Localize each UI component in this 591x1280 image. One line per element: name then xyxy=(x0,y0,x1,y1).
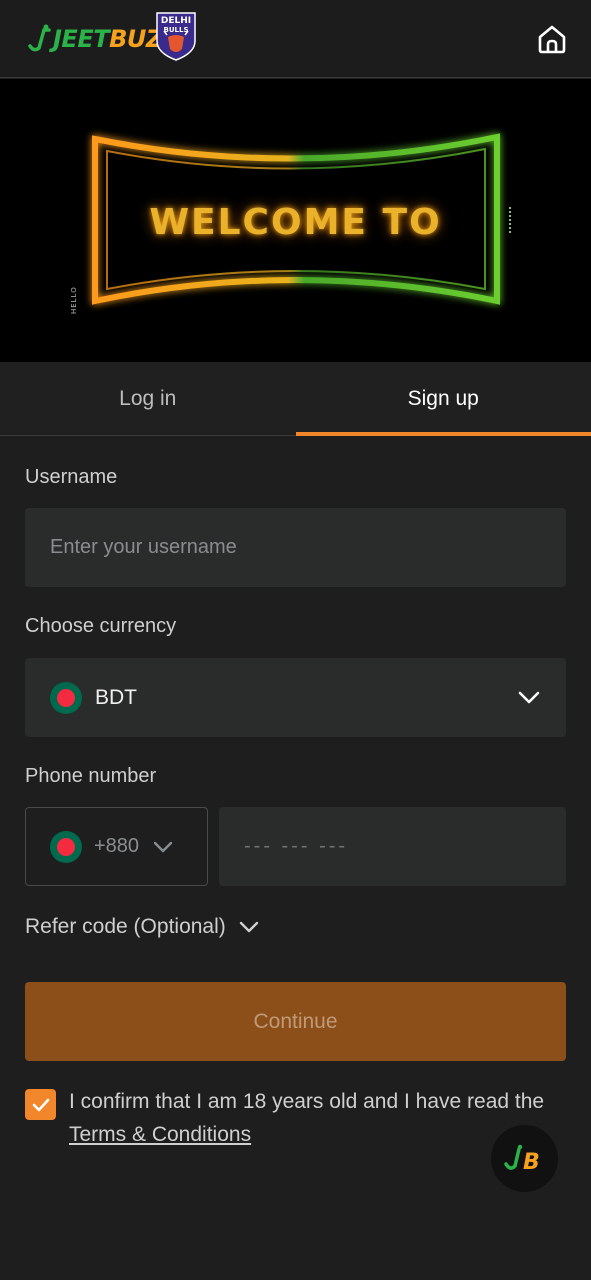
username-label: Username xyxy=(25,466,118,488)
banner-side-text: HELLO xyxy=(70,286,78,314)
continue-button[interactable]: Continue xyxy=(25,982,566,1061)
welcome-banner: HELLO WELCOME TO xyxy=(0,79,591,362)
badge-text-bulls: BULLS xyxy=(164,26,189,34)
age-confirm-text: I confirm that I am 18 years old and I h… xyxy=(69,1085,549,1151)
svg-text:B: B xyxy=(523,1150,540,1174)
jeetbuzz-logo-glyph xyxy=(28,24,51,52)
chevron-down-icon xyxy=(153,841,173,852)
country-code-select[interactable]: +880 xyxy=(25,807,208,886)
phone-number-field-wrapper xyxy=(219,807,566,886)
tab-log-in[interactable]: Log in xyxy=(0,362,296,435)
currency-value: BDT xyxy=(95,685,137,709)
floating-chat-button[interactable]: B xyxy=(491,1125,558,1192)
jeetbuzz-chat-icon: B xyxy=(503,1144,540,1174)
signup-page: JEET BUZZ DELHI BULLS HELLO WELCOME TO L… xyxy=(0,0,591,1280)
brand-text-jeet: JEET xyxy=(53,25,110,53)
confirm-statement: I confirm that I am 18 years old and I h… xyxy=(69,1090,545,1113)
auth-tabs: Log in Sign up xyxy=(0,362,591,436)
username-field-wrapper xyxy=(25,508,566,587)
bangladesh-flag-icon xyxy=(50,830,82,863)
chevron-down-icon xyxy=(518,691,540,704)
phone-label: Phone number xyxy=(25,765,157,787)
tab-sign-up[interactable]: Sign up xyxy=(295,362,591,436)
username-input[interactable] xyxy=(25,508,566,587)
refer-code-toggle[interactable]: Refer code (Optional) xyxy=(25,912,260,942)
badge-text-delhi: DELHI xyxy=(161,16,191,26)
currency-label: Choose currency xyxy=(25,615,177,637)
top-header: JEET BUZZ DELHI BULLS xyxy=(0,0,591,78)
checkmark-icon xyxy=(32,1098,49,1111)
currency-select[interactable]: BDT xyxy=(25,658,566,737)
home-button[interactable] xyxy=(533,20,571,58)
chevron-down-icon xyxy=(239,921,258,933)
home-icon xyxy=(538,25,566,54)
terms-conditions-link[interactable]: Terms & Conditions xyxy=(69,1123,251,1146)
country-code-value: +880 xyxy=(94,835,140,857)
phone-number-input[interactable] xyxy=(219,807,566,886)
bangladesh-flag-icon xyxy=(50,681,82,714)
delhi-bulls-badge: DELHI BULLS xyxy=(156,12,196,61)
age-confirm-checkbox[interactable] xyxy=(25,1089,56,1120)
refer-code-label: Refer code (Optional) xyxy=(25,915,226,938)
banner-headline: WELCOME TO xyxy=(149,202,442,243)
